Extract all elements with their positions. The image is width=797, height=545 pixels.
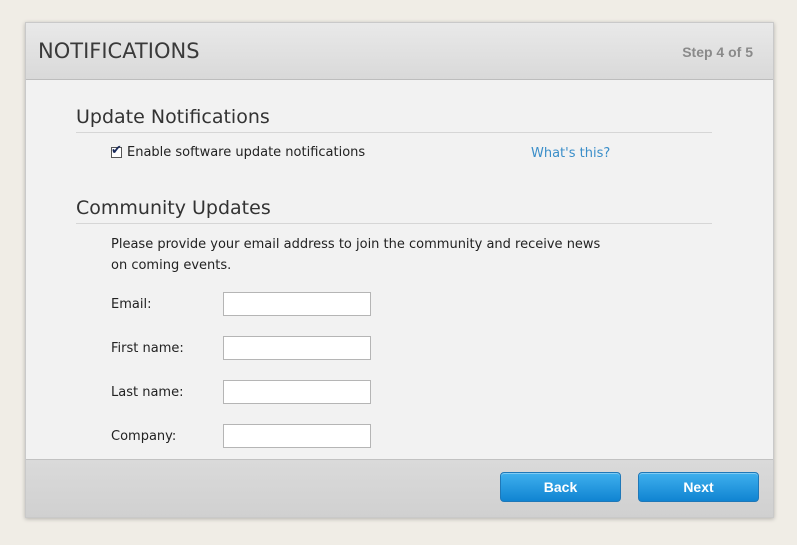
next-button[interactable]: Next <box>638 472 759 502</box>
section-title-update-notifications: Update Notifications <box>76 106 712 133</box>
last-name-field[interactable] <box>223 380 371 404</box>
step-indicator: Step 4 of 5 <box>682 44 753 60</box>
back-button[interactable]: Back <box>500 472 621 502</box>
checkmark-icon: ✔ <box>111 143 122 158</box>
whats-this-link[interactable]: What's this? <box>531 146 610 161</box>
section-title-community-updates: Community Updates <box>76 197 712 224</box>
company-label: Company: <box>111 429 177 444</box>
page-title: NOTIFICATIONS <box>38 39 200 63</box>
first-name-label: First name: <box>111 341 184 356</box>
email-label: Email: <box>111 297 152 312</box>
setup-wizard-window: NOTIFICATIONS Step 4 of 5 Update Notific… <box>25 22 774 518</box>
last-name-label: Last name: <box>111 385 184 400</box>
email-field[interactable] <box>223 292 371 316</box>
company-field[interactable] <box>223 424 371 448</box>
community-intro-text: Please provide your email address to joi… <box>111 237 601 273</box>
wizard-footer: Back Next <box>26 459 773 517</box>
update-notifications-checkbox[interactable]: ✔ <box>111 143 122 158</box>
update-notifications-checkbox-label[interactable]: Enable software update notifications <box>127 145 365 160</box>
update-notifications-checkbox-row[interactable]: ✔ Enable software update notifications <box>111 143 365 160</box>
wizard-header: NOTIFICATIONS Step 4 of 5 <box>26 23 773 80</box>
first-name-field[interactable] <box>223 336 371 360</box>
